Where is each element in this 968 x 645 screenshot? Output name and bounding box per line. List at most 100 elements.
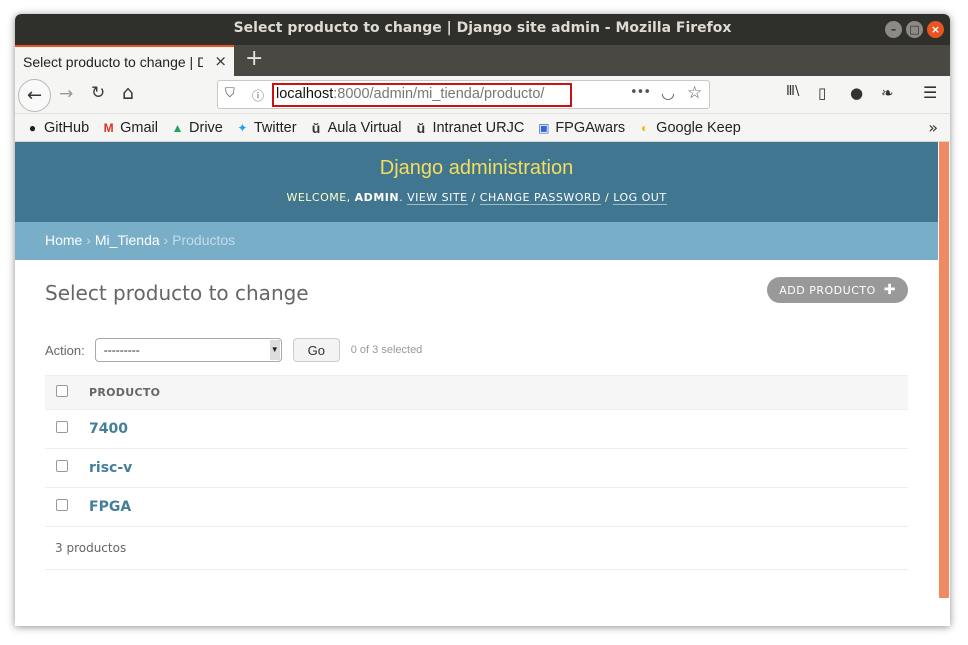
shield-icon[interactable]: ⛉ — [225, 86, 235, 101]
producto-cell: FPGA — [89, 487, 908, 527]
breadcrumb-separator: › — [159, 232, 173, 248]
url-path: :8000/admin/mi_tienda/producto/ — [333, 86, 545, 102]
home-button[interactable]: ⌂ — [122, 82, 134, 104]
row-checkbox-cell — [45, 448, 89, 488]
row-checkbox-cell — [45, 409, 89, 449]
select-all-checkbox[interactable] — [56, 385, 68, 397]
window-controls: – □ × — [885, 21, 944, 38]
bookmark-fpgawars[interactable]: ▣ FPGAwars — [536, 120, 625, 136]
breadcrumb-app[interactable]: Mi_Tienda — [95, 232, 160, 248]
extension-icon[interactable]: ❧ — [881, 84, 894, 102]
page-actions-icon[interactable]: ••• — [630, 85, 651, 100]
results-table: PRODUCTO 7400 risc-v FPGA — [45, 375, 908, 527]
actions-bar: Action: --------- ▼ Go 0 of 3 selected — [45, 338, 908, 362]
close-window-button[interactable]: × — [927, 21, 944, 38]
breadcrumb-current: Productos — [172, 232, 236, 248]
bookmarks-toolbar: ● GitHub M Gmail ▲ Drive ✦ Twitter ŭ Aul… — [15, 114, 950, 142]
bookmark-drive[interactable]: ▲ Drive — [170, 120, 223, 136]
breadcrumb-home[interactable]: Home — [45, 232, 82, 248]
bookmark-label: Intranet URJC — [432, 119, 525, 136]
view-site-link[interactable]: VIEW SITE — [407, 191, 468, 205]
producto-link[interactable]: risc-v — [89, 460, 132, 476]
producto-cell: risc-v — [89, 448, 908, 488]
urjc-icon: ŭ — [416, 119, 426, 136]
bookmark-github[interactable]: ● GitHub — [25, 120, 89, 136]
url-bar[interactable]: ⛉ ⓘ localhost:8000/admin/mi_tienda/produ… — [217, 80, 710, 109]
action-select-value: --------- — [103, 343, 140, 357]
account-icon[interactable]: ● — [850, 84, 863, 102]
maximize-button[interactable]: □ — [906, 21, 923, 38]
username: ADMIN — [354, 191, 400, 204]
browser-window: Select producto to change | Django site … — [15, 14, 950, 626]
site-branding: Django administration — [379, 157, 574, 179]
pocket-icon[interactable]: ◡ — [661, 83, 675, 102]
bookmark-gmail[interactable]: M Gmail — [101, 120, 158, 136]
chevron-down-icon: ▼ — [269, 340, 280, 360]
bookmark-intranet-urjc[interactable]: ŭ Intranet URJC — [413, 119, 525, 136]
action-select[interactable]: --------- ▼ — [94, 338, 282, 362]
bookmark-label: Gmail — [120, 119, 159, 136]
back-button[interactable]: ← — [18, 79, 51, 112]
menu-icon[interactable]: ☰ — [923, 83, 937, 102]
separator: / — [467, 191, 480, 204]
bookmarks-overflow-icon[interactable]: » — [928, 118, 938, 137]
welcome-text: WELCOME, — [286, 191, 355, 204]
table-row: 7400 — [45, 409, 908, 449]
breadcrumb: Home › Mi_Tienda › Productos — [15, 222, 938, 260]
welcome-suffix: . — [399, 191, 408, 204]
bookmark-label: Google Keep — [656, 119, 741, 136]
row-checkbox[interactable] — [56, 421, 68, 433]
table-header-row: PRODUCTO — [45, 375, 908, 410]
tab-strip: Select producto to change | Django site … — [15, 45, 950, 76]
url-text[interactable]: localhost:8000/admin/mi_tienda/producto/ — [276, 86, 544, 102]
title-bar: Select producto to change | Django site … — [15, 14, 950, 45]
bookmark-twitter[interactable]: ✦ Twitter — [235, 119, 297, 136]
bookmark-star-icon[interactable]: ☆ — [687, 83, 702, 103]
reload-button[interactable]: ↻ — [91, 83, 105, 103]
log-out-link[interactable]: LOG OUT — [613, 191, 667, 205]
keep-icon: ◐ — [641, 120, 649, 135]
paginator: 3 productos — [45, 527, 908, 570]
bookmark-label: Drive — [189, 119, 223, 136]
bookmark-google-keep[interactable]: ◐ Google Keep — [637, 120, 741, 136]
column-header-producto[interactable]: PRODUCTO — [89, 375, 908, 410]
add-button-label: ADD PRODUCTO — [779, 283, 876, 297]
minimize-button[interactable]: – — [885, 21, 902, 38]
producto-link[interactable]: 7400 — [89, 421, 128, 437]
scrollbar-thumb[interactable] — [939, 142, 949, 598]
bookmark-label: Aula Virtual — [327, 119, 402, 136]
gmail-icon: M — [103, 120, 114, 135]
window-title: Select producto to change | Django site … — [233, 20, 732, 36]
close-tab-icon[interactable]: × — [214, 52, 227, 70]
add-producto-button[interactable]: ADD PRODUCTO ✚ — [767, 277, 908, 303]
tab-title: Select producto to change | Django site … — [23, 53, 203, 70]
github-icon: ● — [28, 120, 37, 135]
row-checkbox[interactable] — [56, 499, 68, 511]
breadcrumb-separator: › — [82, 232, 95, 248]
info-icon[interactable]: ⓘ — [252, 87, 264, 104]
tab-active[interactable]: Select producto to change | Django site … — [15, 45, 234, 76]
scrollbar[interactable] — [938, 142, 950, 626]
bookmark-aula-virtual[interactable]: ŭ Aula Virtual — [309, 120, 402, 136]
row-checkbox[interactable] — [56, 460, 68, 472]
producto-link[interactable]: FPGA — [89, 499, 131, 515]
table-row: risc-v — [45, 448, 908, 488]
row-checkbox-cell — [45, 487, 89, 527]
navigation-bar: ← → ↻ ⌂ ⛉ ⓘ localhost:8000/admin/mi_tien… — [15, 76, 950, 114]
sidebar-icon[interactable]: ▯ — [818, 84, 826, 102]
plus-icon: ✚ — [883, 282, 896, 298]
new-tab-button[interactable]: + — [245, 48, 263, 70]
select-all-cell — [45, 375, 89, 410]
library-icon[interactable]: Ⅲ\ — [786, 84, 799, 99]
urjc-icon: ŭ — [311, 119, 321, 136]
go-button[interactable]: Go — [292, 338, 340, 362]
selection-counter: 0 of 3 selected — [350, 344, 423, 356]
producto-cell: 7400 — [89, 409, 908, 449]
bookmark-label: FPGAwars — [555, 119, 626, 136]
user-tools: WELCOME, ADMIN. VIEW SITE / CHANGE PASSW… — [15, 191, 938, 205]
action-label: Action: — [45, 342, 85, 358]
change-password-link[interactable]: CHANGE PASSWORD — [479, 191, 602, 205]
forward-button[interactable]: → — [59, 84, 73, 104]
bookmark-label: Twitter — [253, 119, 297, 136]
twitter-icon: ✦ — [237, 120, 248, 135]
